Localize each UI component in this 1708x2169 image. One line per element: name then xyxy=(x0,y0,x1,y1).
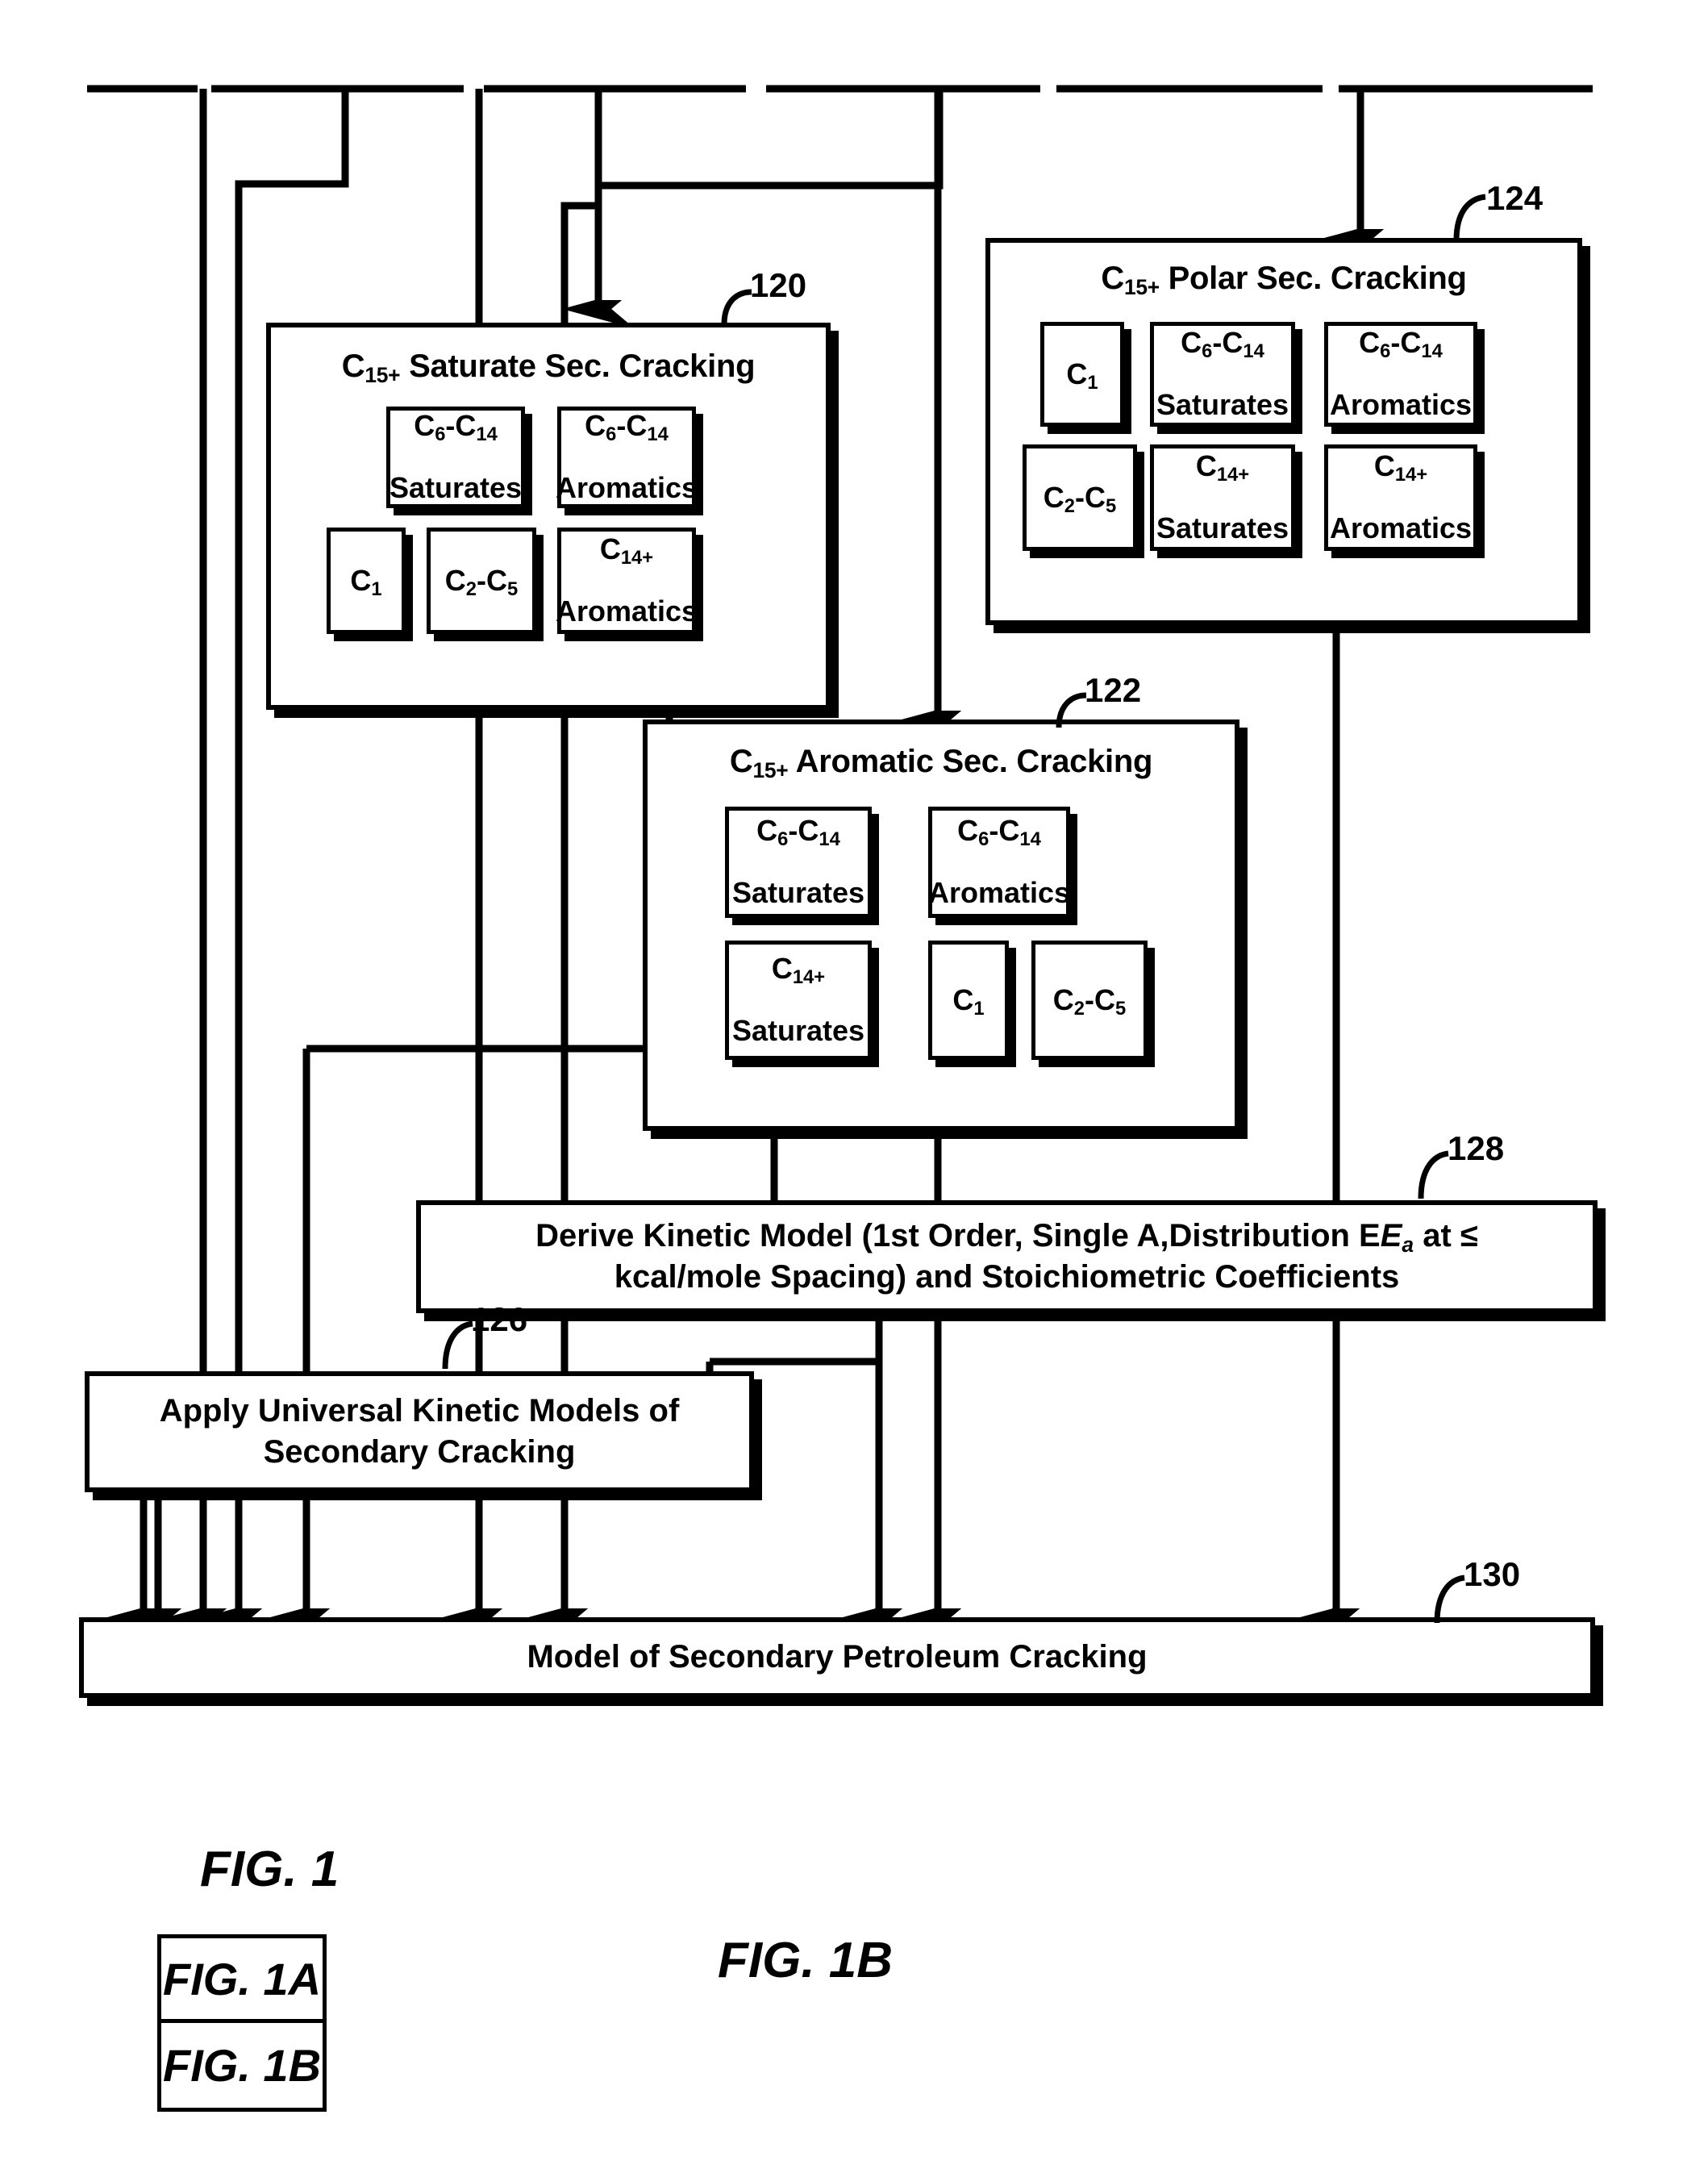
cell-c6-c14-aromatics: C6-C14 Aromatics xyxy=(555,407,698,508)
cell-c14-plus-aromatics: C14+ Aromatics xyxy=(1324,444,1477,551)
cell-c6-c14-saturates: C6-C14 Saturates xyxy=(725,807,872,918)
fig-1-caption: FIG. 1 xyxy=(200,1842,340,1897)
cell-label: Saturates xyxy=(731,876,865,910)
cell-label: Aromatics xyxy=(1329,388,1473,422)
ref-122: 122 xyxy=(1085,671,1142,709)
ref-126: 126 xyxy=(471,1300,528,1338)
derive-kinetic-model-box: Derive Kinetic Model (1st Order, Single … xyxy=(416,1200,1598,1313)
ref-130: 130 xyxy=(1464,1555,1521,1593)
cell-c1: C1 xyxy=(928,941,1009,1060)
cell-label: Saturates xyxy=(389,471,523,505)
apply-line-2: Secondary Cracking xyxy=(263,1434,576,1470)
ref-124: 124 xyxy=(1486,179,1543,217)
ref-128: 128 xyxy=(1448,1129,1505,1167)
cell-c6-c14-saturates: C6-C14 Saturates xyxy=(386,407,525,508)
cell-label: Aromatics xyxy=(1329,511,1473,545)
cell-c14-plus-saturates: C14+ Saturates xyxy=(1150,444,1295,551)
cell-c2-c5: C2-C5 xyxy=(427,528,536,634)
group-124-title-text: Polar Sec. Cracking xyxy=(1159,261,1467,296)
group-120-title: C15+ Saturate Sec. Cracking xyxy=(341,348,756,388)
group-124-title: C15+ Polar Sec. Cracking xyxy=(1101,261,1467,300)
group-124-polar-sec-cracking: C15+ Polar Sec. Cracking C1 C6-C14 Satur… xyxy=(985,238,1582,625)
cell-label: Aromatics xyxy=(555,471,698,505)
cell-label: Saturates xyxy=(731,1014,865,1048)
patent-figure-canvas: C15+ Saturate Sec. Cracking C6-C14 Satur… xyxy=(0,0,1708,2169)
cell-c1: C1 xyxy=(327,528,406,634)
fig-key-row-1b: FIG. 1B xyxy=(162,2040,322,2091)
derive-line-1b: at ≤ xyxy=(1414,1217,1478,1253)
group-122-title-text: Aromatic Sec. Cracking xyxy=(788,744,1153,779)
derive-line-1a: Derive Kinetic Model (1st Order, Single … xyxy=(535,1217,1381,1253)
cell-label: Saturates xyxy=(1156,511,1289,545)
apply-universal-kinetic-models-box: Apply Universal Kinetic Models of Second… xyxy=(85,1371,754,1492)
ref-120: 120 xyxy=(750,266,807,304)
fig-key-table: FIG. 1A FIG. 1B xyxy=(157,1934,327,2112)
cell-label: Aromatics xyxy=(927,876,1071,910)
cell-c14-plus-saturates: C14+ Saturates xyxy=(725,941,872,1060)
cell-c1: C1 xyxy=(1040,322,1124,427)
fig-1b-caption: FIG. 1B xyxy=(718,1933,894,1988)
fig-key-row-1a: FIG. 1A xyxy=(161,1938,323,2023)
cell-c6-c14-aromatics: C6-C14 Aromatics xyxy=(1324,322,1477,427)
cell-label: Saturates xyxy=(1156,388,1289,422)
model-output-label: Model of Secondary Petroleum Cracking xyxy=(527,1639,1148,1675)
cell-label: Aromatics xyxy=(555,594,698,628)
group-122-aromatic-sec-cracking: C15+ Aromatic Sec. Cracking C6-C14 Satur… xyxy=(643,720,1239,1131)
cell-c14-plus-aromatics: C14+ Aromatics xyxy=(555,528,698,634)
cell-c2-c5: C2-C5 xyxy=(1031,941,1148,1060)
cell-c6-c14-aromatics: C6-C14 Aromatics xyxy=(928,807,1070,918)
cell-c6-c14-saturates: C6-C14 Saturates xyxy=(1150,322,1295,427)
apply-line-1: Apply Universal Kinetic Models of xyxy=(159,1392,680,1429)
derive-line-1-sub: a xyxy=(1402,1233,1414,1258)
model-of-secondary-petroleum-cracking-box: Model of Secondary Petroleum Cracking xyxy=(79,1617,1595,1698)
group-122-title: C15+ Aromatic Sec. Cracking xyxy=(729,744,1153,783)
cell-c2-c5: C2-C5 xyxy=(1023,444,1137,551)
group-120-title-text: Saturate Sec. Cracking xyxy=(400,348,756,384)
derive-line-2: kcal/mole Spacing) and Stoichiometric Co… xyxy=(614,1259,1400,1295)
group-120-saturate-sec-cracking: C15+ Saturate Sec. Cracking C6-C14 Satur… xyxy=(266,323,831,710)
